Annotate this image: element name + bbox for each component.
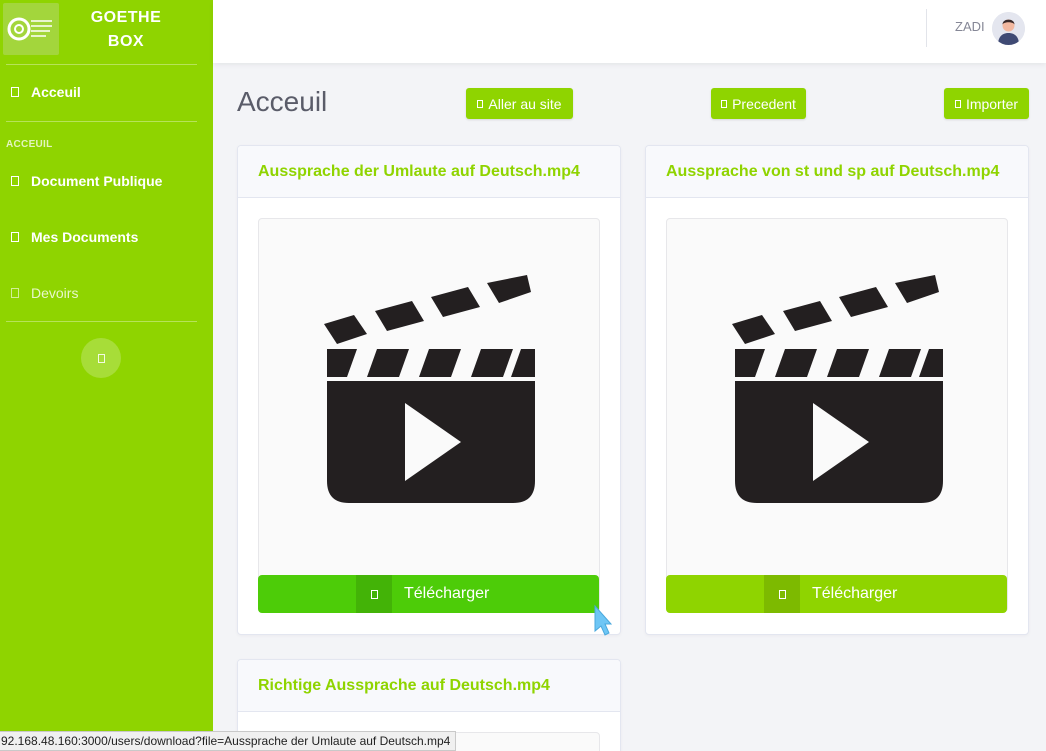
avatar[interactable] bbox=[992, 12, 1025, 45]
sidebar-item-devoirs[interactable]: Devoirs bbox=[0, 281, 213, 305]
go-to-site-button[interactable]: Aller au site bbox=[466, 88, 573, 119]
file-card-title: Aussprache der Umlaute auf Deutsch.mp4 bbox=[238, 146, 620, 198]
chevron-left-icon bbox=[97, 353, 105, 363]
import-button[interactable]: Importer bbox=[944, 88, 1029, 119]
topbar-divider bbox=[926, 9, 927, 47]
previous-label: Precedent bbox=[732, 95, 796, 112]
sidebar-divider bbox=[6, 64, 197, 65]
download-icon bbox=[356, 575, 392, 613]
sidebar-item-acceuil[interactable]: Acceuil bbox=[0, 80, 213, 104]
file-icon bbox=[11, 232, 19, 242]
tasks-icon bbox=[11, 288, 19, 298]
topbar: ZADI bbox=[213, 0, 1046, 63]
video-thumbnail[interactable] bbox=[666, 218, 1008, 612]
download-button[interactable]: Télécharger bbox=[258, 575, 599, 613]
clapperboard-play-icon bbox=[324, 275, 535, 503]
sidebar-toggle-button[interactable] bbox=[81, 338, 121, 378]
sidebar-item-label: Document Publique bbox=[31, 173, 163, 189]
sidebar-item-mes-documents[interactable]: Mes Documents bbox=[0, 225, 213, 249]
sidebar: GOETHE BOX Acceuil ACCEUIL Document Publ… bbox=[0, 0, 213, 751]
sidebar-item-label: Mes Documents bbox=[31, 229, 139, 245]
pointer-cursor-icon bbox=[594, 604, 613, 636]
brand-line-2: BOX bbox=[107, 33, 145, 50]
folder-icon bbox=[11, 176, 19, 186]
brand-name: GOETHE BOX bbox=[80, 6, 172, 54]
user-name[interactable]: ZADI bbox=[955, 19, 985, 34]
goethe-logo bbox=[3, 3, 59, 55]
browser-status-url: 92.168.48.160:3000/users/download?file=A… bbox=[0, 731, 457, 751]
video-thumbnail[interactable] bbox=[258, 218, 600, 612]
arrow-left-icon bbox=[721, 99, 728, 108]
sidebar-divider bbox=[6, 321, 197, 322]
import-label: Importer bbox=[965, 95, 1019, 112]
file-card-title: Aussprache von st und sp auf Deutsch.mp4 bbox=[646, 146, 1028, 198]
download-label: Télécharger bbox=[812, 585, 898, 602]
sidebar-item-label: Devoirs bbox=[31, 285, 79, 301]
go-to-site-label: Aller au site bbox=[488, 95, 562, 112]
download-icon bbox=[764, 575, 800, 613]
home-icon bbox=[11, 87, 19, 97]
sidebar-section-heading: ACCEUIL bbox=[6, 139, 53, 150]
upload-icon bbox=[954, 99, 961, 108]
download-button[interactable]: Télécharger bbox=[666, 575, 1007, 613]
sidebar-item-label: Acceuil bbox=[31, 84, 81, 100]
previous-button[interactable]: Precedent bbox=[711, 88, 806, 119]
sidebar-item-document-publique[interactable]: Document Publique bbox=[0, 169, 213, 193]
file-card: Aussprache von st und sp auf Deutsch.mp4… bbox=[645, 145, 1029, 635]
brand[interactable]: GOETHE BOX bbox=[0, 0, 213, 64]
file-card-title: Richtige Aussprache auf Deutsch.mp4 bbox=[238, 660, 620, 712]
page-title: Acceuil bbox=[237, 86, 328, 117]
clapperboard-play-icon bbox=[732, 275, 943, 503]
sidebar-divider bbox=[6, 121, 197, 122]
download-label: Télécharger bbox=[404, 585, 490, 602]
brand-line-1: GOETHE bbox=[90, 9, 162, 26]
external-link-icon bbox=[477, 99, 484, 108]
file-card: Aussprache der Umlaute auf Deutsch.mp4 T… bbox=[237, 145, 621, 635]
